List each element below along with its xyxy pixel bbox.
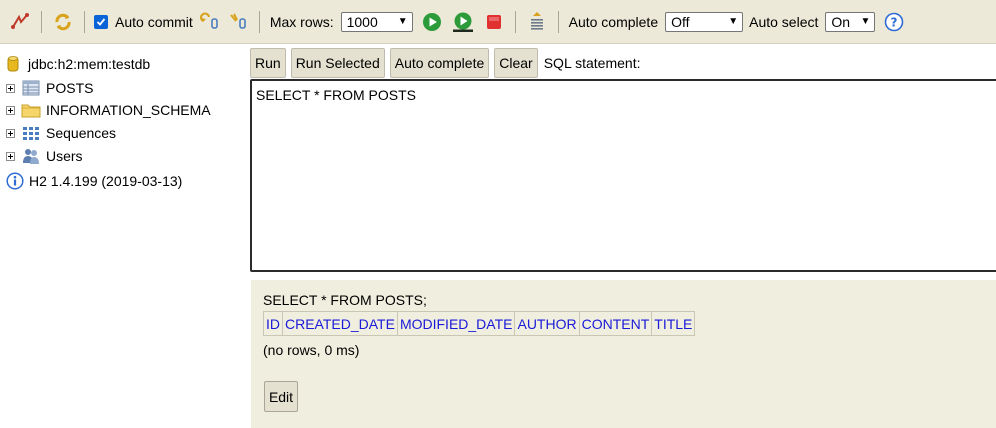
history-icon[interactable] xyxy=(526,11,548,33)
auto-complete-value: Off xyxy=(671,13,690,30)
column-header[interactable]: CREATED_DATE xyxy=(282,311,398,336)
max-rows-select[interactable]: 1000 ▼ xyxy=(340,11,413,32)
chevron-down-icon: ▼ xyxy=(397,16,408,27)
expand-icon[interactable] xyxy=(6,128,15,138)
sequences-icon xyxy=(21,124,41,142)
auto-complete-button[interactable]: Auto complete xyxy=(389,48,490,78)
column-header[interactable]: MODIFIED_DATE xyxy=(396,311,516,336)
max-rows-value: 1000 xyxy=(346,13,378,30)
auto-select-label: Auto select xyxy=(749,13,819,30)
run-selected-icon[interactable] xyxy=(452,11,474,33)
toolbar-separator xyxy=(514,10,516,33)
tree-item-sequences[interactable]: Sequences xyxy=(6,123,116,143)
sql-text: SELECT * FROM POSTS xyxy=(256,87,416,103)
table-icon xyxy=(21,79,41,97)
disconnect-icon[interactable] xyxy=(9,11,31,33)
tree-item-label: POSTS xyxy=(46,80,94,96)
result-panel: SELECT * FROM POSTS; ID CREATED_DATE MOD… xyxy=(251,280,996,428)
tree-item-label: Users xyxy=(46,148,83,164)
connection-node[interactable]: jdbc:h2:mem:testdb xyxy=(6,54,150,74)
chevron-down-icon: ▼ xyxy=(860,16,871,27)
auto-commit-label: Auto commit xyxy=(115,13,193,30)
toolbar-separator xyxy=(258,10,260,33)
result-table: ID CREATED_DATE MODIFIED_DATE AUTHOR CON… xyxy=(263,311,696,336)
tree-item-posts[interactable]: POSTS xyxy=(6,78,93,98)
auto-commit-checkbox[interactable] xyxy=(94,14,108,29)
column-header[interactable]: ID xyxy=(263,311,283,336)
auto-select-value: On xyxy=(831,13,851,30)
tree-item-users[interactable]: Users xyxy=(6,146,83,166)
column-header[interactable]: TITLE xyxy=(651,311,696,336)
connection-url: jdbc:h2:mem:testdb xyxy=(28,56,151,72)
toolbar: Auto commit Max rows: 1000 ▼ Auto comple… xyxy=(0,0,996,44)
auto-complete-label: Auto complete xyxy=(568,13,659,30)
run-button[interactable]: Run xyxy=(250,48,286,78)
expand-icon[interactable] xyxy=(6,151,15,161)
sql-statement-label: SQL statement: xyxy=(543,55,641,71)
expand-icon[interactable] xyxy=(6,105,15,115)
stop-icon[interactable] xyxy=(483,11,505,33)
help-label: ? xyxy=(891,15,898,29)
version-node: H2 1.4.199 (2019-03-13) xyxy=(6,171,182,191)
auto-complete-select[interactable]: Off ▼ xyxy=(665,11,744,32)
toolbar-separator xyxy=(41,10,42,33)
auto-select-select[interactable]: On ▼ xyxy=(825,11,876,32)
result-header-row: ID CREATED_DATE MODIFIED_DATE AUTHOR CON… xyxy=(263,311,696,336)
column-header[interactable]: CONTENT xyxy=(578,311,653,336)
result-message: (no rows, 0 ms) xyxy=(263,342,360,358)
rollback-icon[interactable] xyxy=(199,11,221,33)
sql-editor[interactable]: SELECT * FROM POSTS xyxy=(250,79,996,272)
chevron-down-icon: ▼ xyxy=(728,16,739,27)
tree-item-label: Sequences xyxy=(46,125,117,141)
run-icon[interactable] xyxy=(421,11,443,33)
toolbar-separator xyxy=(84,10,85,33)
result-statement: SELECT * FROM POSTS; xyxy=(263,292,427,308)
database-icon xyxy=(6,55,20,73)
version-label: H2 1.4.199 (2019-03-13) xyxy=(29,173,183,189)
tree-item-label: INFORMATION_SCHEMA xyxy=(46,102,211,118)
edit-button[interactable]: Edit xyxy=(264,381,298,412)
users-icon xyxy=(21,147,41,165)
run-selected-button[interactable]: Run Selected xyxy=(290,48,385,78)
max-rows-label: Max rows: xyxy=(269,13,334,30)
info-icon xyxy=(6,172,24,190)
clear-button[interactable]: Clear xyxy=(494,48,538,78)
editor-toolbar: Run Run Selected Auto complete Clear SQL… xyxy=(250,48,640,78)
commit-icon[interactable] xyxy=(227,11,249,33)
tree-item-information-schema[interactable]: INFORMATION_SCHEMA xyxy=(6,100,211,120)
expand-icon[interactable] xyxy=(6,83,15,93)
refresh-icon[interactable] xyxy=(52,11,74,33)
folder-icon xyxy=(21,101,41,119)
help-icon[interactable]: ? xyxy=(883,11,905,33)
toolbar-separator xyxy=(557,10,559,33)
column-header[interactable]: AUTHOR xyxy=(514,311,580,336)
